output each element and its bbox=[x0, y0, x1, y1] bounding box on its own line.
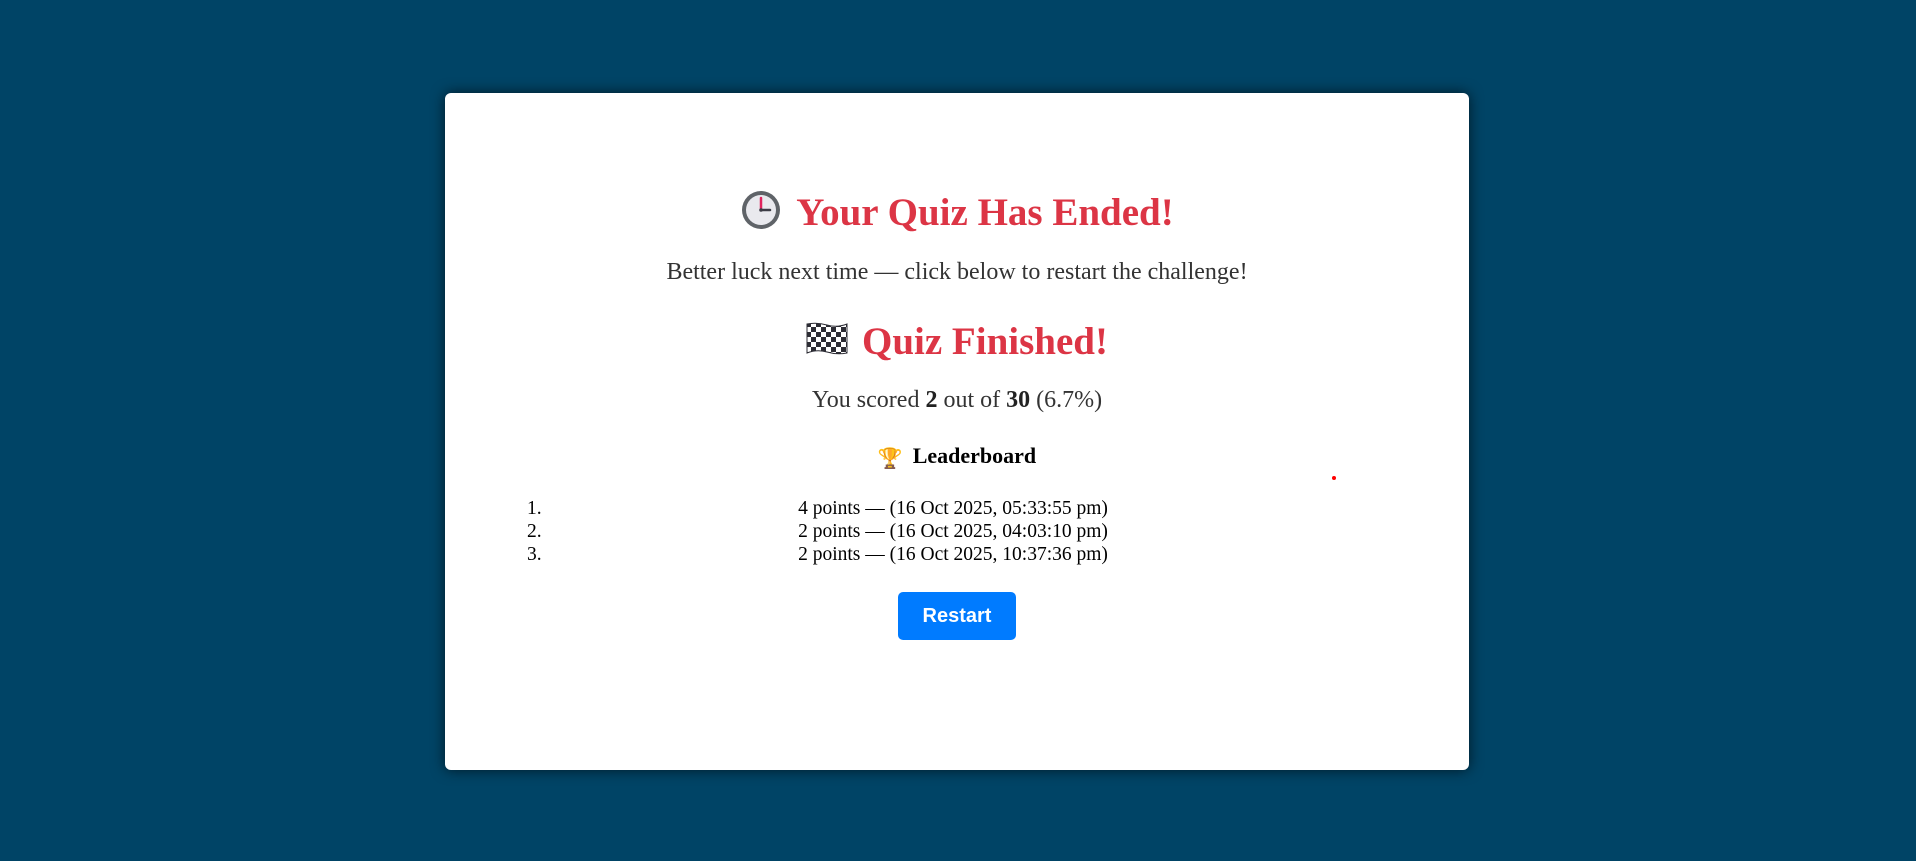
quiz-finished-title: Quiz Finished! bbox=[862, 320, 1108, 363]
score-value: 2 bbox=[925, 387, 938, 413]
leaderboard-entry: 2. 2 points — (16 Oct 2025, 04:03:10 pm) bbox=[527, 520, 1379, 543]
score-summary: You scored 2 out of 30 (6.7%) bbox=[445, 387, 1469, 414]
score-middle: out of bbox=[937, 387, 1007, 413]
quiz-result-card: Your Quiz Has Ended! Better luck next ti… bbox=[445, 93, 1469, 770]
score-percent: (6.7%) bbox=[1030, 387, 1103, 413]
quiz-finished-heading: Quiz Finished! bbox=[445, 319, 1469, 364]
leaderboard-entry-text: 2 points — (16 Oct 2025, 04:03:10 pm) bbox=[798, 521, 1108, 542]
leaderboard-rank: 3. bbox=[527, 544, 542, 565]
cursor-dot bbox=[1332, 476, 1336, 480]
clock-icon bbox=[740, 189, 782, 236]
leaderboard-list: 1. 4 points — (16 Oct 2025, 05:33:55 pm)… bbox=[527, 497, 1379, 566]
leaderboard-title: Leaderboard bbox=[912, 443, 1037, 468]
leaderboard-entry-text: 4 points — (16 Oct 2025, 05:33:55 pm) bbox=[798, 498, 1108, 519]
trophy-icon: 🏆 bbox=[877, 448, 903, 470]
score-total: 30 bbox=[1006, 387, 1031, 413]
restart-button[interactable]: Restart bbox=[898, 592, 1016, 640]
leaderboard-rank: 2. bbox=[527, 521, 542, 542]
checkered-flag-icon bbox=[806, 322, 848, 361]
quiz-ended-title: Your Quiz Has Ended! bbox=[796, 191, 1174, 234]
leaderboard-entry: 1. 4 points — (16 Oct 2025, 05:33:55 pm) bbox=[527, 497, 1379, 520]
leaderboard-entry: 3. 2 points — (16 Oct 2025, 10:37:36 pm) bbox=[527, 543, 1379, 566]
leaderboard-rank: 1. bbox=[527, 498, 542, 519]
score-prefix: You scored bbox=[811, 387, 926, 413]
quiz-ended-heading: Your Quiz Has Ended! bbox=[445, 189, 1469, 236]
leaderboard-heading: 🏆 Leaderboard bbox=[445, 443, 1469, 469]
leaderboard-entry-text: 2 points — (16 Oct 2025, 10:37:36 pm) bbox=[798, 544, 1108, 565]
quiz-ended-subtitle: Better luck next time — click below to r… bbox=[666, 259, 1248, 285]
